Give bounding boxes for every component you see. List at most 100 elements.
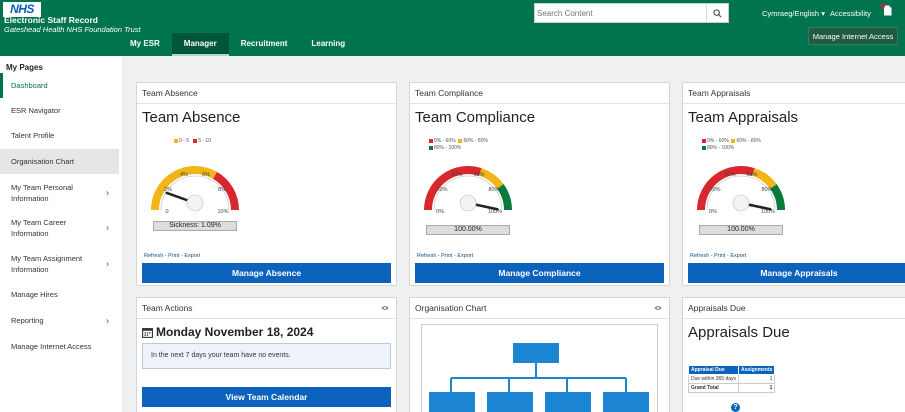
gauge-tick: 6% — [202, 172, 210, 178]
tab-recruitment[interactable]: Recruitment — [229, 33, 300, 56]
notifications-button[interactable] — [881, 4, 892, 18]
absence-gauge: 0 2% 4% 6% 8% 10% — [151, 166, 239, 215]
sidebar-item-dashboard[interactable]: Dashboard — [0, 73, 119, 98]
card-title: Team Appraisals — [688, 109, 799, 126]
table-row: Due within 365 days 1 — [687, 374, 776, 384]
sidebar-item-organisation-chart[interactable]: Organisation Chart — [0, 149, 119, 174]
org-node-root — [513, 343, 559, 363]
table-cell[interactable]: 1 — [738, 374, 776, 384]
sidebar-item-label: My Team Personal Information — [11, 183, 73, 203]
compliance-gauge: 0% 20% 40% 60% 80% 100% — [424, 166, 513, 215]
eye-icon[interactable] — [654, 305, 662, 311]
legend-label: 0 - 5 — [179, 138, 190, 144]
legend-swatch — [731, 138, 736, 143]
sidebar-item-label: ESR Navigator — [11, 106, 61, 115]
table-cell: 1 — [738, 383, 776, 393]
sidebar-item-label: Reporting — [11, 316, 44, 325]
sidebar-title: My Pages — [6, 63, 43, 72]
team-compliance-card: Team Compliance Team Compliance 0% - 60%… — [409, 82, 670, 286]
sidebar-item-label: Dashboard — [11, 81, 48, 90]
chevron-right-icon: › — [106, 258, 109, 269]
legend-label: 5 - 10 — [198, 138, 211, 144]
current-date: Monday November 18, 2024 — [142, 325, 313, 339]
legend-label: 0% - 60% — [707, 138, 729, 144]
legend-swatch — [429, 138, 433, 143]
gauge-tick: 60% — [746, 172, 757, 178]
manage-compliance-button[interactable]: Manage Compliance — [415, 263, 664, 283]
sidebar-item-my-team-personal-information[interactable]: My Team Personal Information › — [0, 178, 119, 208]
gauge-value: 100.00% — [426, 225, 510, 235]
manage-internet-access-button[interactable]: Manage Internet Access — [808, 27, 898, 45]
gauge-legend: 0% - 60% 60% - 80% 80% - 100% — [702, 138, 761, 152]
column-header[interactable]: Assignments — [738, 365, 776, 375]
legend-swatch — [429, 145, 433, 150]
search-button[interactable] — [706, 4, 728, 22]
legend-swatch — [458, 138, 463, 143]
team-appraisals-card: Team Appraisals Team Appraisals 0% - 60%… — [682, 82, 905, 286]
language-selector[interactable]: Cymraeg/English ▾ — [762, 9, 825, 18]
search-input[interactable] — [537, 6, 705, 21]
calendar-icon — [142, 327, 153, 338]
legend-label: 80% - 100% — [434, 145, 462, 151]
gauge-tick: 0% — [436, 209, 444, 215]
search-icon — [713, 8, 722, 18]
gauge-tick: 80% — [761, 187, 772, 193]
sidebar-item-my-team-career-information[interactable]: My Team Career Information › — [0, 213, 119, 243]
table-cell: Grand Total — [687, 383, 740, 393]
sidebar-item-label: Talent Profile — [11, 131, 55, 140]
appraisals-gauge: 0% 20% 40% 60% 80% 100% — [697, 166, 786, 215]
sidebar-item-talent-profile[interactable]: Talent Profile — [0, 123, 119, 148]
sidebar-item-label: Manage Internet Access — [11, 342, 92, 351]
appraisals-due-table: Appraisal Due Assignments Due within 365… — [687, 365, 776, 393]
tab-my-esr[interactable]: My ESR — [118, 33, 172, 56]
card-title: Appraisals Due — [688, 324, 790, 341]
card-header: Appraisals Due — [683, 298, 905, 319]
card-actions[interactable]: Refresh - Print - Export — [417, 253, 473, 259]
table-header-row: Appraisal Due Assignments — [687, 365, 776, 375]
gauge-tick: 40% — [724, 172, 735, 178]
eye-icon[interactable] — [381, 305, 389, 311]
card-header: Team Absence — [137, 83, 396, 104]
org-node-child — [429, 392, 475, 412]
accessibility-link[interactable]: Accessibility — [830, 9, 871, 18]
card-actions[interactable]: Refresh - Print - Export — [690, 253, 746, 259]
sidebar-item-manage-internet-access[interactable]: Manage Internet Access — [0, 334, 119, 359]
sidebar: My Pages Dashboard ESR Navigator Talent … — [0, 56, 122, 412]
card-actions[interactable]: Refresh - Print - Export — [144, 253, 200, 259]
legend-label: 60% - 80% — [463, 138, 488, 144]
tab-manager[interactable]: Manager — [171, 33, 229, 56]
gauge-tick: 0% — [709, 209, 717, 215]
sidebar-item-reporting[interactable]: Reporting › — [0, 308, 119, 333]
card-header-label: Team Actions — [142, 303, 193, 313]
manage-absence-button[interactable]: Manage Absence — [142, 263, 391, 283]
gauge-tick: 80% — [488, 187, 499, 193]
card-title: Team Absence — [142, 109, 241, 126]
gauge-value: Sickness: 1.09% — [153, 221, 237, 231]
chevron-right-icon: › — [106, 315, 109, 325]
column-header[interactable]: Appraisal Due — [687, 365, 740, 375]
org-node-child — [545, 392, 591, 412]
sidebar-item-label: Organisation Chart — [11, 157, 74, 166]
search-box — [534, 3, 729, 23]
gauge-tick: 40% — [451, 172, 462, 178]
legend-swatch — [702, 138, 706, 143]
tab-learning[interactable]: Learning — [299, 33, 357, 56]
org-chart-diagram[interactable] — [421, 324, 658, 412]
help-icon[interactable]: ? — [731, 403, 740, 412]
legend-label: 80% - 100% — [707, 145, 735, 151]
team-absence-card: Team Absence Team Absence 0 - 5 5 - 10 0… — [136, 82, 397, 286]
chevron-right-icon: › — [106, 222, 109, 233]
sidebar-item-manage-hires[interactable]: Manage Hires — [0, 282, 119, 307]
card-header-label: Organisation Chart — [415, 303, 487, 313]
gauge-legend: 0 - 5 5 - 10 — [174, 138, 211, 145]
gauge-tick: 20% — [436, 187, 447, 193]
org-node-child — [603, 392, 649, 412]
appraisals-due-card: Appraisals Due Appraisals Due Appraisal … — [682, 297, 905, 412]
sidebar-item-esr-navigator[interactable]: ESR Navigator — [0, 98, 119, 123]
date-text: Monday November 18, 2024 — [156, 325, 314, 339]
card-title: Team Compliance — [415, 109, 536, 126]
manage-appraisals-button[interactable]: Manage Appraisals — [688, 263, 905, 283]
view-team-calendar-button[interactable]: View Team Calendar — [142, 387, 391, 407]
sidebar-item-my-team-assignment-information[interactable]: My Team Assignment Information › — [0, 249, 119, 279]
table-total-row: Grand Total 1 — [687, 383, 776, 393]
